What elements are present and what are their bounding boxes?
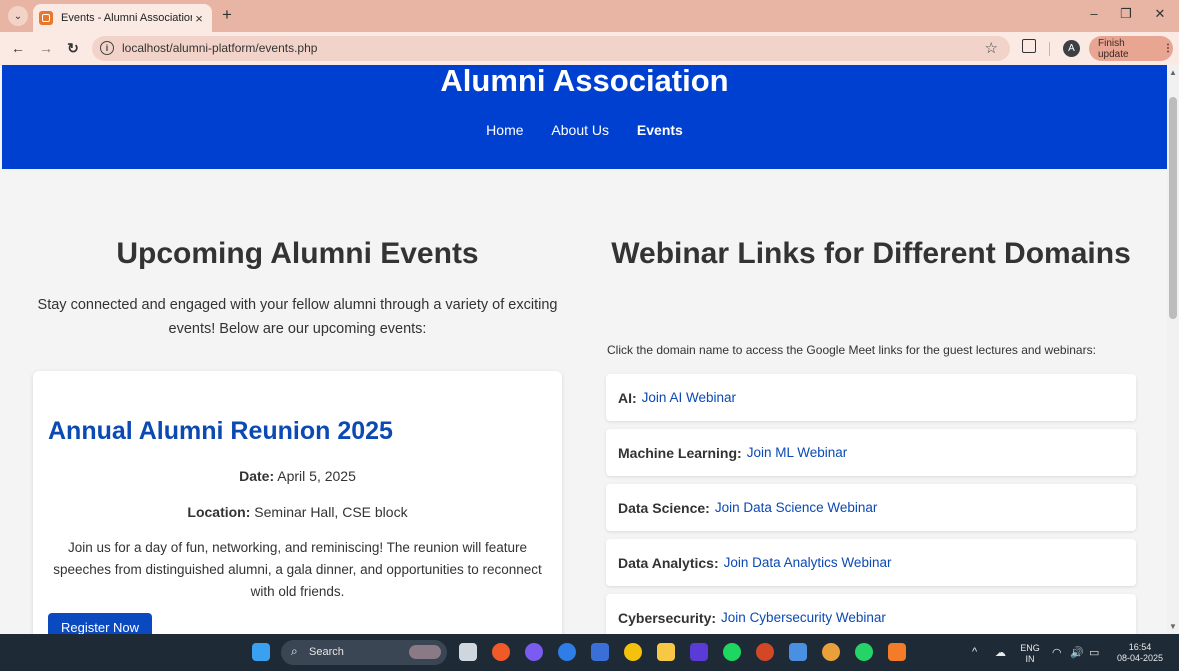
- volume-icon[interactable]: 🔊: [1070, 646, 1084, 659]
- onedrive-cloud-icon[interactable]: ☁: [995, 646, 1006, 659]
- event-date: Date: April 5, 2025: [33, 468, 562, 484]
- whatsapp-icon[interactable]: [855, 643, 873, 661]
- site-header: Alumni Association Home About Us Events: [2, 65, 1167, 169]
- events-intro: Stay connected and engaged with your fel…: [37, 297, 558, 337]
- clock-time: 16:54: [1128, 642, 1152, 652]
- url-text[interactable]: localhost/alumni-platform/events.php: [122, 41, 317, 55]
- webinar-link-data-analytics[interactable]: Join Data Analytics Webinar: [724, 555, 892, 570]
- new-tab-button[interactable]: +: [218, 5, 236, 25]
- battery-icon[interactable]: ▭: [1089, 646, 1099, 659]
- events-section: Upcoming Alumni Events Stay connected an…: [30, 229, 565, 341]
- search-icon: ⌕: [291, 644, 298, 658]
- tab-close-icon[interactable]: ×: [192, 11, 206, 26]
- browser-tab-strip: ⌄ Events - Alumni Association × + – ❐ ✕: [0, 0, 1179, 32]
- domain-name: Machine Learning:: [618, 444, 742, 461]
- finish-update-label: Finish update: [1098, 37, 1129, 60]
- event-card: Annual Alumni Reunion 2025 Date: April 5…: [33, 371, 562, 634]
- nav-home-link[interactable]: Home: [486, 122, 523, 138]
- profile-avatar[interactable]: A: [1063, 40, 1080, 57]
- address-bar[interactable]: i localhost/alumni-platform/events.php ☆: [92, 36, 1010, 61]
- intellij-icon[interactable]: [690, 643, 708, 661]
- reload-icon[interactable]: ↻: [64, 40, 82, 57]
- event-date-value: April 5, 2025: [277, 468, 356, 484]
- domain-name: Data Analytics:: [618, 554, 719, 571]
- notepad-icon[interactable]: [789, 643, 807, 661]
- webinar-heading: Webinar Links for Different Domains: [611, 237, 1131, 270]
- event-location-label: Location:: [187, 504, 251, 520]
- site-nav: Home About Us Events: [2, 122, 1167, 138]
- event-location: Location: Seminar Hall, CSE block: [33, 504, 562, 520]
- page-viewport: Alumni Association Home About Us Events …: [0, 65, 1167, 634]
- minimize-icon[interactable]: –: [1084, 6, 1104, 21]
- language-line2: IN: [1025, 654, 1035, 664]
- domain-card-data-analytics: Data Analytics: Join Data Analytics Webi…: [606, 539, 1136, 586]
- webinar-link-data-science[interactable]: Join Data Science Webinar: [715, 500, 878, 515]
- site-title: Alumni Association: [440, 65, 729, 98]
- domain-name: AI:: [618, 389, 637, 406]
- browser-tab-events[interactable]: Events - Alumni Association ×: [33, 4, 212, 32]
- webinar-section: Webinar Links for Different Domains: [605, 229, 1137, 279]
- finish-update-button[interactable]: Finish update ⋮: [1089, 36, 1173, 61]
- clock[interactable]: 16:54 08-04-2025: [1110, 642, 1170, 664]
- domain-card-data-science: Data Science: Join Data Science Webinar: [606, 484, 1136, 531]
- brave-browser-icon[interactable]: [492, 643, 510, 661]
- powerpoint-icon[interactable]: [756, 643, 774, 661]
- event-date-label: Date:: [239, 468, 275, 484]
- webinar-intro: Click the domain name to access the Goog…: [607, 343, 1096, 357]
- domain-card-ai: AI: Join AI Webinar: [606, 374, 1136, 421]
- page-scrollbar[interactable]: ▲ ▼: [1167, 65, 1179, 634]
- language-indicator[interactable]: ENG IN: [1018, 643, 1042, 665]
- site-info-icon[interactable]: i: [100, 41, 114, 55]
- clock-date: 08-04-2025: [1116, 653, 1164, 663]
- spotify-icon[interactable]: [723, 643, 741, 661]
- forward-icon[interactable]: →: [37, 40, 55, 56]
- wifi-icon[interactable]: ◠: [1052, 646, 1062, 659]
- chrome-icon[interactable]: [624, 643, 642, 661]
- nav-events-link[interactable]: Events: [637, 122, 683, 138]
- menu-dots-icon: ⋮: [1163, 43, 1173, 54]
- domain-card-cybersecurity: Cybersecurity: Join Cybersecurity Webina…: [606, 594, 1136, 634]
- restore-icon[interactable]: ❐: [1116, 6, 1136, 22]
- copilot-icon[interactable]: [525, 643, 543, 661]
- toolbar-divider: [1049, 42, 1050, 56]
- tray-overflow-chevron-icon[interactable]: ^: [972, 646, 977, 658]
- back-icon[interactable]: ←: [9, 40, 27, 56]
- nav-about-link[interactable]: About Us: [551, 122, 609, 138]
- windows-start-icon[interactable]: [252, 643, 270, 661]
- close-window-icon[interactable]: ✕: [1150, 6, 1170, 22]
- chrome-active-icon[interactable]: [822, 643, 840, 661]
- webinar-link-ai[interactable]: Join AI Webinar: [642, 390, 736, 405]
- domain-name: Data Science:: [618, 499, 710, 516]
- event-title: Annual Alumni Reunion 2025: [48, 417, 393, 445]
- xampp-favicon-icon: [39, 11, 53, 25]
- bookmark-star-icon[interactable]: ☆: [985, 39, 998, 57]
- scroll-down-arrow-icon[interactable]: ▼: [1169, 622, 1177, 631]
- taskbar-search-label: Search: [309, 646, 344, 658]
- language-line1: ENG: [1020, 643, 1040, 653]
- tab-title: Events - Alumni Association: [61, 12, 192, 24]
- scrollbar-thumb[interactable]: [1169, 97, 1177, 319]
- xampp-icon[interactable]: [888, 643, 906, 661]
- domain-card-ml: Machine Learning: Join ML Webinar: [606, 429, 1136, 476]
- extensions-icon[interactable]: [1022, 39, 1036, 53]
- events-heading: Upcoming Alumni Events: [116, 237, 479, 270]
- file-explorer-icon[interactable]: [657, 643, 675, 661]
- event-location-value: Seminar Hall, CSE block: [254, 504, 408, 520]
- task-view-icon[interactable]: [459, 643, 477, 661]
- windows-taskbar: ⌕ Search ^ ☁ ENG IN ◠ 🔊 ▭ 16:54 08-04-20…: [0, 634, 1179, 671]
- microsoft-store-icon[interactable]: [591, 643, 609, 661]
- app-icon[interactable]: [558, 643, 576, 661]
- search-highlight-icon: [409, 645, 441, 659]
- taskbar-search-box[interactable]: ⌕ Search: [281, 640, 447, 665]
- scroll-up-arrow-icon[interactable]: ▲: [1169, 68, 1177, 77]
- webinar-link-cybersecurity[interactable]: Join Cybersecurity Webinar: [721, 610, 886, 625]
- domain-name: Cybersecurity:: [618, 609, 717, 626]
- event-description: Join us for a day of fun, networking, an…: [53, 540, 542, 599]
- register-now-button[interactable]: Register Now: [48, 613, 152, 634]
- webinar-link-ml[interactable]: Join ML Webinar: [747, 445, 848, 460]
- browser-toolbar: ← → ↻ i localhost/alumni-platform/events…: [0, 32, 1179, 65]
- tab-search-chevron-icon[interactable]: ⌄: [8, 6, 28, 26]
